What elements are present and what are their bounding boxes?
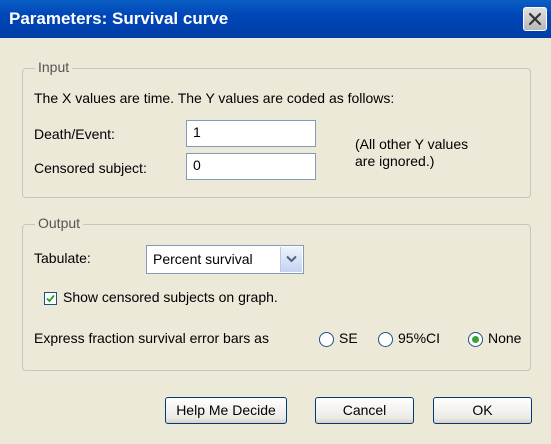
window-title: Parameters: Survival curve [9,9,229,28]
death-event-label: Death/Event: [34,126,115,142]
radio-se[interactable] [319,332,334,347]
tabulate-selected-value: Percent survival [153,251,253,267]
show-censored-checkbox[interactable] [44,292,57,305]
radio-selected-dot [472,336,479,343]
radio-none-label[interactable]: None [488,330,521,346]
checkmark-icon [46,294,55,303]
death-event-field[interactable]: 1 [186,120,316,147]
radio-none[interactable] [468,332,483,347]
error-bars-label: Express fraction survival error bars as [34,330,269,346]
help-me-decide-button[interactable]: Help Me Decide [165,397,287,424]
cancel-button[interactable]: Cancel [315,397,414,424]
radio-se-label[interactable]: SE [339,330,358,346]
censored-subject-label: Censored subject: [34,160,147,176]
ok-button[interactable]: OK [433,397,532,424]
radio-95ci-label[interactable]: 95%CI [398,330,440,346]
note-line-1: (All other Y values [355,136,469,152]
radio-95ci[interactable] [378,332,393,347]
title-bar: Parameters: Survival curve [0,0,551,38]
input-legend: Input [35,59,73,75]
close-icon [528,12,542,26]
censored-subject-field[interactable]: 0 [186,153,316,180]
tabulate-select[interactable]: Percent survival [146,245,304,274]
input-group: Input The X values are time. The Y value… [22,59,531,198]
chevron-down-icon [286,255,297,263]
output-legend: Output [35,215,84,231]
dropdown-arrow[interactable] [280,247,302,272]
tabulate-label: Tabulate: [34,250,91,266]
close-button[interactable] [523,7,547,31]
note-line-2: are ignored.) [355,153,435,169]
output-group: Output Tabulate: Percent survival Show c… [22,215,531,371]
show-censored-label[interactable]: Show censored subjects on graph. [63,289,278,305]
input-description: The X values are time. The Y values are … [34,90,395,106]
